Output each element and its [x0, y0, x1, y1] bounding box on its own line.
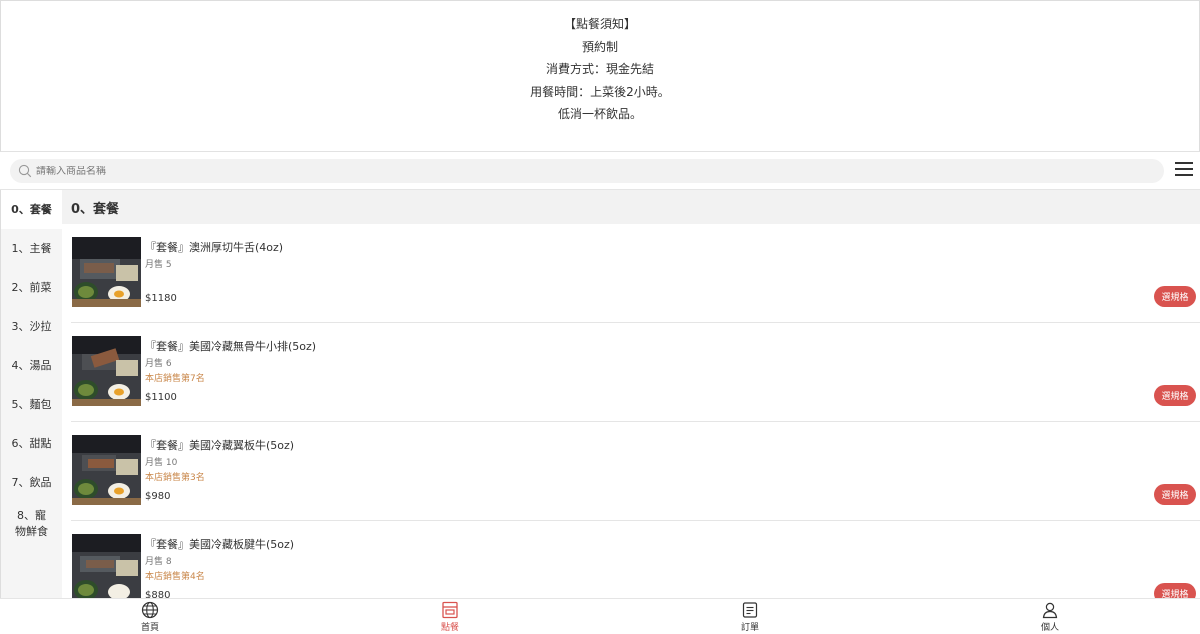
bottom-nav: 首頁 點餐 訂單 個人: [0, 598, 1200, 634]
product-price: $1180: [145, 293, 177, 304]
menu-icon[interactable]: [1175, 162, 1193, 178]
select-spec-button[interactable]: 選規格: [1154, 484, 1196, 505]
select-spec-button[interactable]: 選規格: [1154, 286, 1196, 307]
product-image: [72, 435, 141, 505]
product-monthly-sales: 月售 10: [145, 458, 178, 468]
category-tab[interactable]: 6、甜點: [1, 424, 62, 463]
category-sidebar: 0、套餐 1、主餐 2、前菜 3、沙拉 4、湯品 5、麵包 6、甜點 7、飲品 …: [0, 190, 62, 598]
product-monthly-sales: 月售 5: [145, 260, 172, 270]
select-spec-button[interactable]: 選規格: [1154, 583, 1196, 598]
notice-line: 預約制: [581, 39, 618, 54]
search-icon: [18, 164, 32, 178]
product-price: $980: [145, 491, 171, 502]
nav-label: 個人: [1040, 622, 1059, 633]
category-tab[interactable]: 2、前菜: [1, 268, 62, 307]
user-icon: [1042, 602, 1058, 618]
notice-line: 用餐時間：上菜後2小時。: [530, 84, 670, 99]
nav-label: 首頁: [140, 622, 159, 633]
search-bar: [0, 152, 1200, 190]
nav-order[interactable]: 點餐: [300, 599, 600, 634]
product-monthly-sales: 月售 8: [145, 557, 172, 567]
nav-orders[interactable]: 訂單: [600, 599, 900, 634]
select-spec-button[interactable]: 選規格: [1154, 385, 1196, 406]
category-tab[interactable]: 5、麵包: [1, 385, 62, 424]
food-photo: [72, 435, 141, 505]
product-sales-rank: 本店銷售第4名: [145, 572, 205, 582]
product-name: 『套餐』澳洲厚切牛舌(4oz): [145, 241, 284, 254]
food-photo: [72, 336, 141, 406]
product-item[interactable]: 『套餐』美國冷藏板腱牛(5oz) 月售 8 本店銷售第4名 $880 選規格: [71, 521, 1200, 598]
notice-line: 低消一杯飲品。: [557, 107, 642, 122]
store-icon: [442, 601, 458, 618]
category-tab[interactable]: 1、主餐: [1, 229, 62, 268]
product-monthly-sales: 月售 6: [145, 359, 172, 369]
product-image: [72, 534, 141, 598]
notice-title: 【點餐須知】: [563, 17, 636, 31]
category-tab[interactable]: 4、湯品: [1, 346, 62, 385]
product-image: [72, 237, 141, 307]
search-input[interactable]: [36, 165, 1136, 177]
product-sales-rank: 本店銷售第3名: [145, 473, 205, 483]
category-tab[interactable]: 7、飲品: [1, 463, 62, 502]
food-photo: [72, 534, 141, 598]
product-price: $880: [145, 590, 171, 598]
nav-home[interactable]: 首頁: [0, 599, 300, 634]
food-photo: [72, 237, 141, 307]
product-sales-rank: 本店銷售第7名: [145, 374, 205, 384]
product-price: $1100: [145, 392, 177, 403]
category-label: 8、寵物鮮食: [15, 509, 48, 538]
nav-label: 訂單: [740, 622, 759, 633]
globe-icon: [141, 601, 159, 618]
nav-label: 點餐: [440, 622, 459, 633]
section-title: 0、套餐: [62, 190, 1200, 224]
nav-profile[interactable]: 個人: [900, 599, 1200, 634]
product-name: 『套餐』美國冷藏無骨牛小排(5oz): [145, 340, 317, 353]
category-tab[interactable]: 3、沙拉: [1, 307, 62, 346]
product-name: 『套餐』美國冷藏翼板牛(5oz): [145, 439, 295, 452]
notice-line: 消費方式：現金先結: [545, 62, 654, 77]
category-tab[interactable]: 8、寵物鮮食: [1, 502, 62, 558]
order-notice: 【點餐須知】 預約制 消費方式：現金先結 用餐時間：上菜後2小時。 低消一杯飲品…: [0, 0, 1200, 152]
receipt-icon: [742, 601, 758, 618]
product-name: 『套餐』美國冷藏板腱牛(5oz): [145, 538, 295, 551]
product-list: 0、套餐 『套餐』澳洲厚切牛舌(4oz) 月售 5 $1180 選規格 『套餐』…: [62, 190, 1200, 598]
product-item[interactable]: 『套餐』澳洲厚切牛舌(4oz) 月售 5 $1180 選規格: [71, 224, 1200, 323]
product-image: [72, 336, 141, 406]
search-box[interactable]: [10, 159, 1164, 183]
product-item[interactable]: 『套餐』美國冷藏翼板牛(5oz) 月售 10 本店銷售第3名 $980 選規格: [71, 422, 1200, 521]
category-tab[interactable]: 0、套餐: [1, 190, 62, 229]
product-item[interactable]: 『套餐』美國冷藏無骨牛小排(5oz) 月售 6 本店銷售第7名 $1100 選規…: [71, 323, 1200, 422]
